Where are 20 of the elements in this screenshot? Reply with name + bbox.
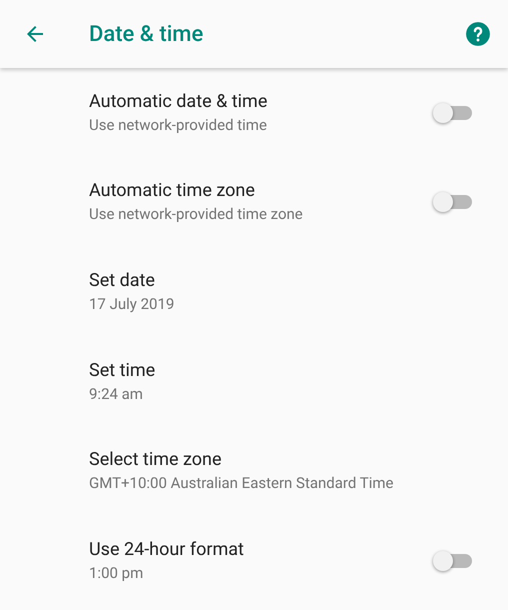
page-title: Date & time [89, 20, 204, 48]
setting-row[interactable]: Set time 9:24 am [0, 336, 508, 426]
setting-row[interactable]: Automatic time zone Use network-provided time zone [0, 158, 508, 248]
setting-row[interactable]: Use 24-hour format 1:00 pm [0, 516, 508, 606]
setting-row[interactable]: Automatic date & time Use network-provided time [0, 68, 508, 158]
setting-row[interactable]: Select time zone GMT+10:00 Australian Eastern Standard Time [0, 426, 508, 516]
setting-title: Use 24-hour format [89, 538, 245, 562]
setting-summary: GMT+10:00 Australian Eastern Standard Time [89, 473, 394, 494]
setting-title: Select time zone [89, 448, 223, 472]
help-icon[interactable] [465, 21, 491, 47]
setting-summary: Use network-provided time [89, 114, 268, 136]
setting-title: Set date [89, 268, 156, 293]
setting-summary: 9:24 am [89, 384, 144, 405]
setting-title: Set time [89, 358, 156, 383]
setting-title: Automatic time zone [89, 179, 256, 204]
setting-title: Automatic date & time [89, 90, 268, 114]
setting-summary: 17 July 2019 [89, 294, 176, 315]
setting-summary: 1:00 pm [89, 562, 144, 584]
setting-row[interactable]: Set date 17 July 2019 [0, 247, 508, 337]
setting-summary: Use network-provided time zone [89, 204, 304, 226]
